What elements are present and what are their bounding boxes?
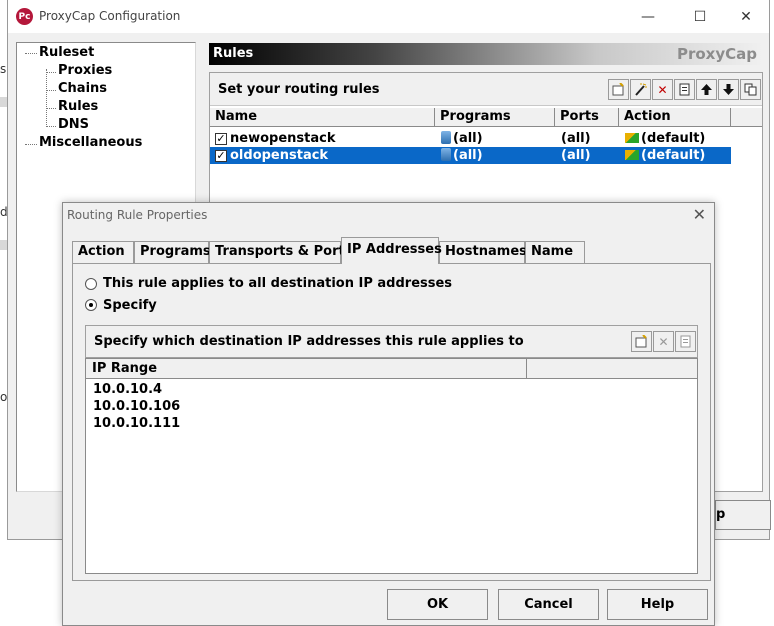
new-ip-icon[interactable]	[631, 331, 652, 352]
ip-toolbar-label: Specify which destination IP addresses t…	[94, 334, 524, 349]
tab-programs[interactable]: Programs	[134, 241, 211, 263]
ip-addresses-panel: This rule applies to all destination IP …	[72, 263, 711, 581]
tree-item-chains[interactable]: Chains	[58, 81, 107, 96]
tree-connector	[25, 144, 37, 145]
program-icon	[441, 131, 451, 144]
routing-rule-properties-dialog: Routing Rule Properties ✕ Action Program…	[62, 202, 715, 626]
minimize-button[interactable]: —	[625, 5, 671, 29]
window-title: ProxyCap Configuration	[39, 9, 181, 23]
tree-item-dns[interactable]: DNS	[58, 117, 89, 132]
tree-connector	[46, 126, 56, 127]
column-header-ports[interactable]: Ports	[555, 108, 619, 127]
dialog-close-button[interactable]: ✕	[693, 205, 706, 224]
rule-name: oldopenstack	[230, 148, 329, 163]
rule-enabled-checkbox[interactable]: ✓	[215, 133, 227, 145]
rule-ports: (all)	[561, 131, 591, 146]
maximize-button[interactable]: ☐	[677, 5, 723, 29]
properties-icon[interactable]	[674, 79, 695, 100]
background-divider	[0, 240, 7, 250]
column-header-action[interactable]: Action	[619, 108, 731, 127]
cancel-button[interactable]: Cancel	[498, 589, 599, 620]
rule-enabled-checkbox[interactable]: ✓	[215, 150, 227, 162]
background-divider	[0, 97, 7, 107]
table-row[interactable]: ✓ newopenstack (all) (all) (default)	[210, 130, 731, 147]
column-header-filler	[731, 108, 762, 127]
specify-radio[interactable]	[85, 299, 97, 311]
rule-name: newopenstack	[230, 131, 336, 146]
help-button-partial[interactable]: p	[715, 500, 771, 530]
ip-range-list: IP Range 10.0.10.4 10.0.10.106 10.0.10.1…	[85, 358, 698, 574]
tree-item-rules[interactable]: Rules	[58, 99, 98, 114]
tab-ip-addresses[interactable]: IP Addresses	[341, 237, 442, 264]
move-up-icon[interactable]	[696, 79, 717, 100]
tree-connector	[25, 53, 37, 54]
rules-table-header: Name Programs Ports Action	[210, 108, 762, 127]
action-icon	[625, 150, 639, 160]
list-item[interactable]: 10.0.10.106	[93, 399, 180, 414]
ok-button[interactable]: OK	[387, 589, 488, 620]
tree-item-miscellaneous[interactable]: Miscellaneous	[39, 135, 142, 150]
delete-ip-icon[interactable]: ✕	[653, 331, 674, 352]
title-bar: Pc ProxyCap Configuration — ☐ ✕	[8, 0, 769, 33]
tab-transports-ports[interactable]: Transports & Ports	[209, 241, 352, 263]
dialog-title: Routing Rule Properties	[67, 208, 208, 222]
proxycap-app-icon: Pc	[16, 8, 33, 25]
column-header-ip-range[interactable]: IP Range	[86, 359, 527, 379]
edit-ip-icon[interactable]	[675, 331, 696, 352]
tab-action[interactable]: Action	[72, 241, 134, 263]
rule-programs: (all)	[453, 131, 483, 146]
delete-icon[interactable]: ✕	[652, 79, 673, 100]
all-ip-radio-label[interactable]: This rule applies to all destination IP …	[103, 276, 452, 291]
tree-connector	[46, 72, 56, 73]
rules-toolbar-label: Set your routing rules	[218, 82, 380, 97]
tree-connector	[46, 69, 47, 125]
list-item[interactable]: 10.0.10.4	[93, 382, 162, 397]
column-header-name[interactable]: Name	[210, 108, 435, 127]
rule-action: (default)	[641, 148, 706, 163]
all-ip-radio[interactable]	[85, 278, 97, 290]
rule-programs: (all)	[453, 148, 483, 163]
tree-connector	[46, 90, 56, 91]
close-button[interactable]: ✕	[723, 5, 769, 29]
background-text-fragment: s	[0, 62, 7, 76]
tab-name[interactable]: Name	[525, 241, 585, 263]
tree-connector	[46, 108, 56, 109]
move-down-icon[interactable]	[718, 79, 739, 100]
copy-icon[interactable]	[740, 79, 761, 100]
rules-header-banner: Rules ProxyCap	[209, 43, 763, 65]
wizard-icon[interactable]	[630, 79, 651, 100]
rules-header-title: Rules	[213, 46, 254, 61]
rules-toolbar: Set your routing rules ✕	[210, 73, 762, 106]
table-row-selected[interactable]: ✓ oldopenstack (all) (all) (default)	[210, 147, 731, 164]
column-header-empty	[527, 359, 697, 379]
column-header-programs[interactable]: Programs	[435, 108, 555, 127]
ip-toolbar: Specify which destination IP addresses t…	[85, 325, 698, 358]
help-button[interactable]: Help	[607, 589, 708, 620]
list-item[interactable]: 10.0.10.111	[93, 416, 180, 431]
rule-action: (default)	[641, 131, 706, 146]
specify-radio-label[interactable]: Specify	[103, 298, 157, 313]
tree-item-proxies[interactable]: Proxies	[58, 63, 112, 78]
action-icon	[625, 133, 639, 143]
new-rule-icon[interactable]	[608, 79, 629, 100]
brand-logo-text: ProxyCap	[676, 45, 757, 63]
program-icon	[441, 148, 451, 161]
tree-item-ruleset[interactable]: Ruleset	[39, 45, 94, 60]
tab-hostnames[interactable]: Hostnames	[439, 241, 527, 263]
rule-ports: (all)	[561, 148, 591, 163]
